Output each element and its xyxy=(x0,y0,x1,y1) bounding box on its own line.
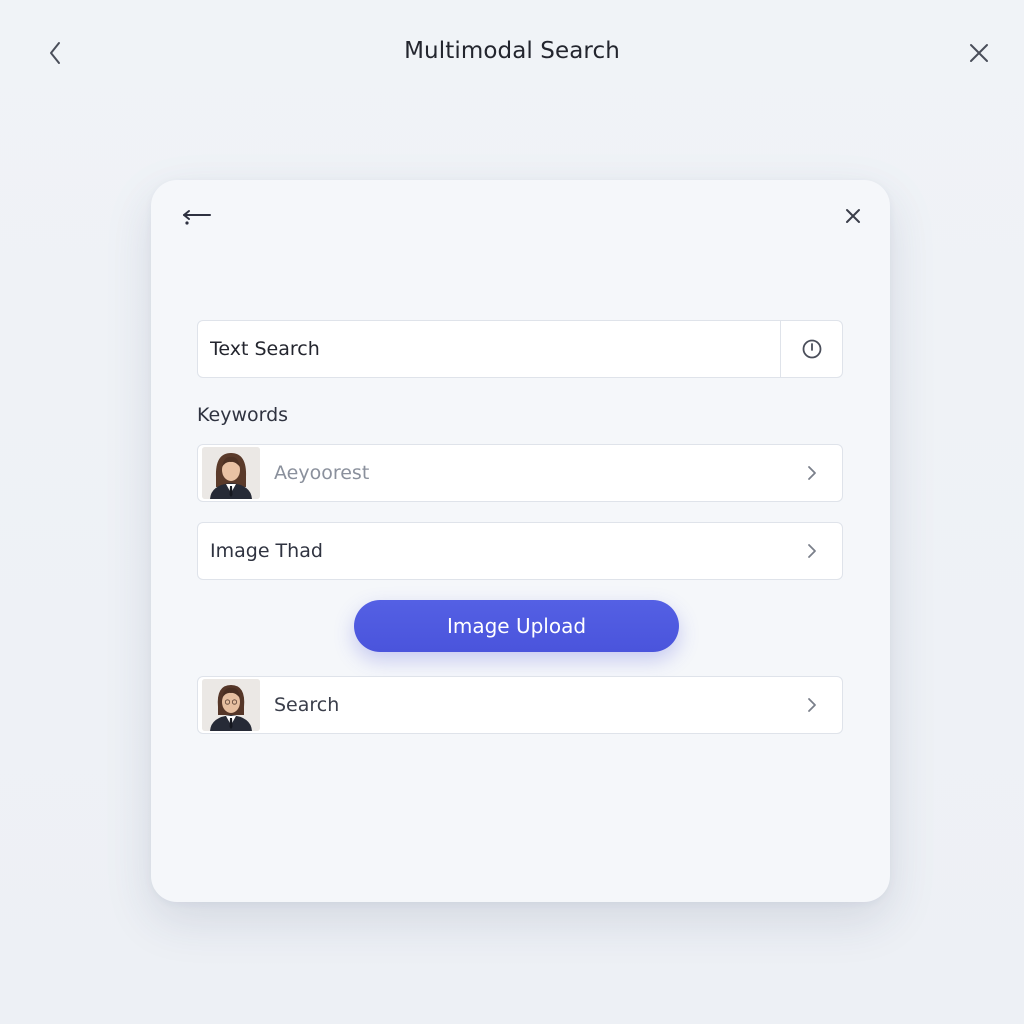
text-search-field xyxy=(197,320,843,378)
close-icon[interactable] xyxy=(839,202,867,230)
multimodal-search-screen: Multimodal Search Keywords xyxy=(0,0,1024,1024)
keywords-label: Keywords xyxy=(197,404,289,426)
timer-icon[interactable] xyxy=(781,321,842,377)
keyword-row[interactable]: Aeyoorest xyxy=(197,444,843,502)
search-card: Keywords Aeyoorest Image Thad xyxy=(151,180,890,902)
person-avatar xyxy=(202,447,260,499)
image-row-text: Image Thad xyxy=(210,540,323,562)
person-avatar xyxy=(202,679,260,731)
page-title: Multimodal Search xyxy=(404,38,620,64)
chevron-right-icon xyxy=(782,523,842,579)
text-search-input[interactable] xyxy=(198,321,780,377)
image-row[interactable]: Image Thad xyxy=(197,522,843,580)
image-upload-button[interactable]: Image Upload xyxy=(354,600,679,652)
arrow-left-icon[interactable] xyxy=(179,204,215,234)
search-row-text: Search xyxy=(274,694,340,716)
keyword-row-text: Aeyoorest xyxy=(274,462,370,484)
search-row[interactable]: Search xyxy=(197,676,843,734)
chevron-right-icon xyxy=(782,445,842,501)
close-icon[interactable] xyxy=(962,36,996,70)
chevron-right-icon xyxy=(782,677,842,733)
